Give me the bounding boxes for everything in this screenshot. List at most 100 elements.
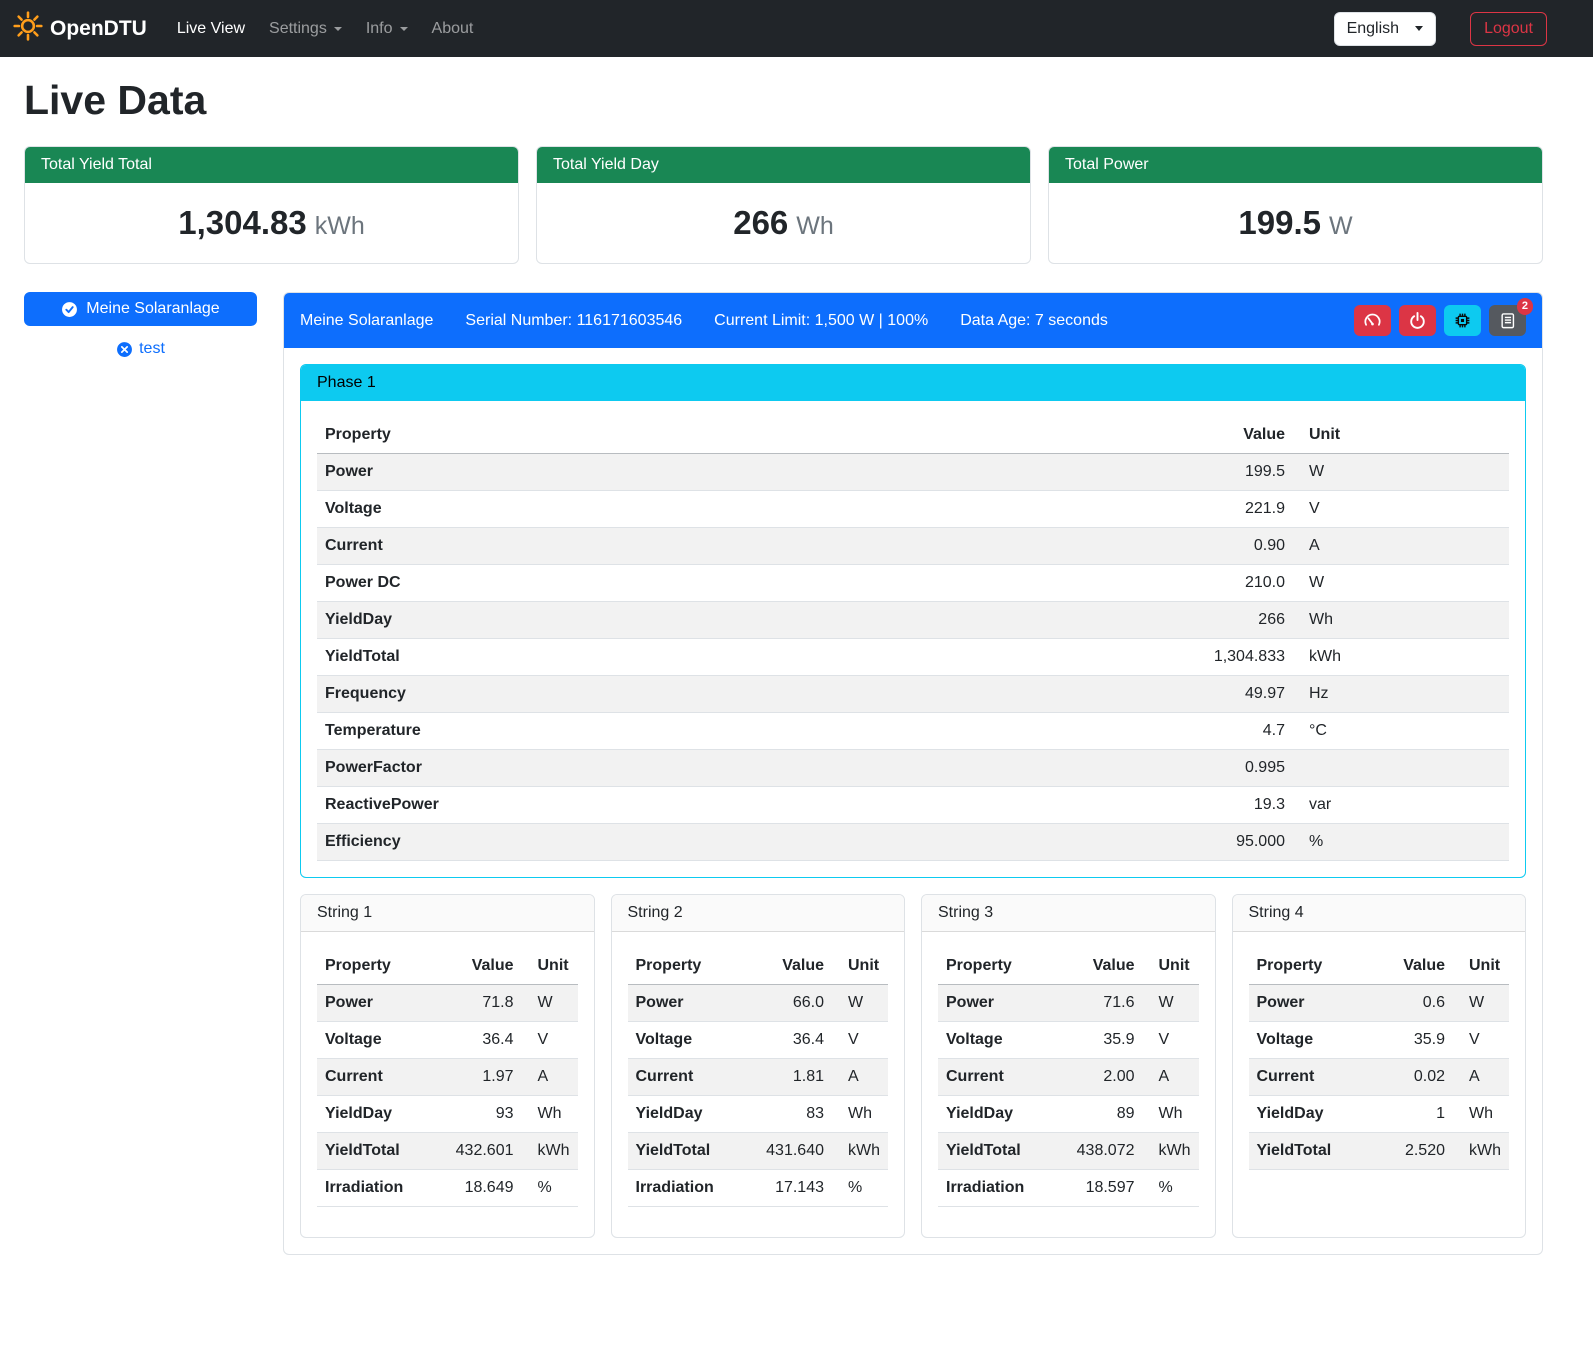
x-circle-icon[interactable]	[116, 341, 133, 358]
table-header-row: Property Value Unit	[1249, 948, 1510, 985]
property-cell: ReactivePower	[317, 787, 1143, 824]
property-cell: YieldTotal	[628, 1133, 759, 1170]
value-cell: 4.7	[1143, 713, 1293, 750]
value-cell: 432.601	[448, 1133, 522, 1170]
property-cell: YieldDay	[938, 1096, 1069, 1133]
phase-table: Property Value Unit Power199.5WVoltage22…	[317, 417, 1509, 861]
string-body: Property Value Unit Power66.0WVoltage36.…	[612, 932, 905, 1237]
table-row: YieldTotal2.520kWh	[1249, 1133, 1510, 1170]
property-cell: Frequency	[317, 676, 1143, 713]
property-cell: Power	[317, 454, 1143, 491]
column-unit: Unit	[1143, 948, 1199, 985]
column-property: Property	[317, 948, 448, 985]
table-row: YieldDay266Wh	[317, 602, 1509, 639]
unit-cell: A	[522, 1059, 578, 1096]
property-cell: Current	[1249, 1059, 1382, 1096]
table-row: PowerFactor0.995	[317, 750, 1509, 787]
table-row: Voltage36.4V	[628, 1022, 889, 1059]
column-value: Value	[758, 948, 832, 985]
property-cell: Current	[317, 528, 1143, 565]
nav-info[interactable]: Info	[354, 12, 420, 46]
table-row: Irradiation18.597%	[938, 1170, 1199, 1207]
brand[interactable]: OpenDTU	[12, 10, 147, 48]
logout-button[interactable]: Logout	[1470, 12, 1547, 46]
nav-live-view[interactable]: Live View	[165, 12, 257, 46]
column-property: Property	[317, 417, 1143, 454]
unit-cell: kWh	[832, 1133, 888, 1170]
nav-settings[interactable]: Settings	[257, 12, 354, 46]
value-cell: 210.0	[1143, 565, 1293, 602]
inverter-serial: Serial Number: 116171603546	[465, 312, 682, 330]
value-cell: 18.597	[1069, 1170, 1143, 1207]
inverter-name: Meine Solaranlage	[300, 312, 433, 330]
value-cell: 0.90	[1143, 528, 1293, 565]
brand-label: OpenDTU	[50, 17, 147, 41]
card-total-yield-total: Total Yield Total 1,304.83kWh	[24, 146, 519, 264]
column-value: Value	[1381, 948, 1453, 985]
value-cell: 17.143	[758, 1170, 832, 1207]
value-cell: 266	[1143, 602, 1293, 639]
inverter-limit: Current Limit: 1,500 W | 100%	[714, 312, 928, 330]
journal-icon	[1498, 311, 1517, 330]
string-table: Property Value Unit Power71.6WVoltage35.…	[938, 948, 1199, 1207]
property-cell: YieldTotal	[938, 1133, 1069, 1170]
value-cell: 66.0	[758, 985, 832, 1022]
power-button[interactable]	[1399, 305, 1436, 336]
property-cell: Voltage	[628, 1022, 759, 1059]
property-cell: Voltage	[938, 1022, 1069, 1059]
value-cell: 71.6	[1069, 985, 1143, 1022]
card-total-power: Total Power 199.5W	[1048, 146, 1543, 264]
value-cell: 19.3	[1143, 787, 1293, 824]
unit-cell: Wh	[832, 1096, 888, 1133]
language-select[interactable]: English	[1334, 12, 1436, 46]
unit-cell: %	[1143, 1170, 1199, 1207]
column-property: Property	[938, 948, 1069, 985]
filter-test-link[interactable]: test	[139, 340, 165, 358]
gauge-icon	[1363, 311, 1382, 330]
check-circle-icon	[61, 301, 78, 318]
column-unit: Unit	[832, 948, 888, 985]
device-info-button[interactable]	[1444, 305, 1481, 336]
card-title: Total Yield Total	[25, 147, 518, 183]
unit-cell: W	[522, 985, 578, 1022]
unit-cell: V	[1293, 491, 1509, 528]
inverter-select-button[interactable]: Meine Solaranlage	[24, 292, 257, 326]
column-unit: Unit	[1293, 417, 1509, 454]
card-title: Total Yield Day	[537, 147, 1030, 183]
table-row: Irradiation18.649%	[317, 1170, 578, 1207]
property-cell: YieldDay	[628, 1096, 759, 1133]
column-value: Value	[448, 948, 522, 985]
inverter-data-age: Data Age: 7 seconds	[960, 312, 1108, 330]
value-cell: 2.520	[1381, 1133, 1453, 1170]
table-row: Power71.6W	[938, 985, 1199, 1022]
table-row: YieldDay83Wh	[628, 1096, 889, 1133]
table-row: Power DC210.0W	[317, 565, 1509, 602]
card-body: 266Wh	[537, 183, 1030, 263]
unit-cell: Wh	[1293, 602, 1509, 639]
nav-about[interactable]: About	[420, 12, 486, 46]
cpu-icon	[1453, 311, 1472, 330]
table-header-row: Property Value Unit	[628, 948, 889, 985]
column-value: Value	[1069, 948, 1143, 985]
table-row: YieldTotal1,304.833kWh	[317, 639, 1509, 676]
table-row: Current1.81A	[628, 1059, 889, 1096]
unit-cell: W	[1453, 985, 1509, 1022]
value-cell: 0.995	[1143, 750, 1293, 787]
property-cell: Irradiation	[938, 1170, 1069, 1207]
unit-cell: %	[522, 1170, 578, 1207]
inverter-panel-header: Meine Solaranlage Serial Number: 1161716…	[284, 293, 1542, 348]
table-row: Voltage35.9V	[1249, 1022, 1510, 1059]
unit-cell: %	[832, 1170, 888, 1207]
unit-cell: kWh	[1143, 1133, 1199, 1170]
table-row: Power66.0W	[628, 985, 889, 1022]
unit-cell: Wh	[1143, 1096, 1199, 1133]
property-cell: YieldTotal	[317, 1133, 448, 1170]
card-value: 266	[733, 204, 788, 241]
value-cell: 2.00	[1069, 1059, 1143, 1096]
event-log-button[interactable]: 2	[1489, 305, 1526, 336]
string-card-4: String 4 Property Value Unit Power0.6WVo…	[1232, 894, 1527, 1238]
property-cell: Power DC	[317, 565, 1143, 602]
unit-cell: A	[1293, 528, 1509, 565]
limit-settings-button[interactable]	[1354, 305, 1391, 336]
unit-cell: °C	[1293, 713, 1509, 750]
